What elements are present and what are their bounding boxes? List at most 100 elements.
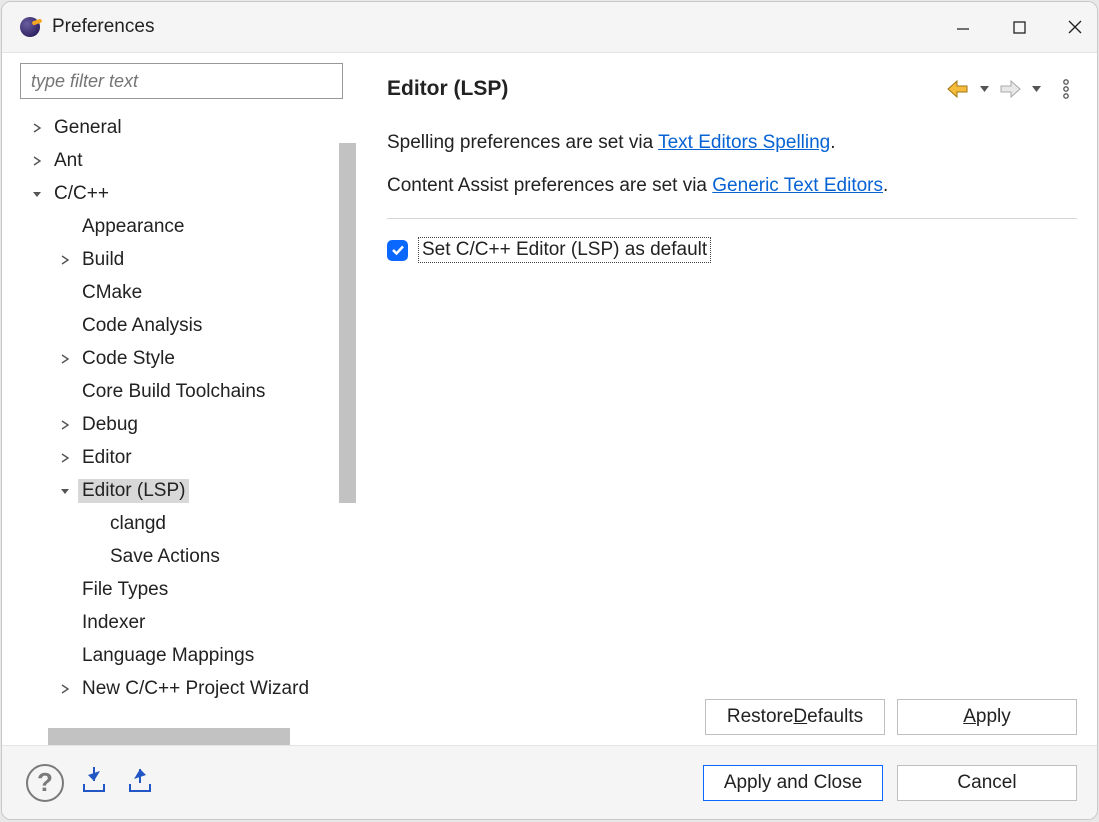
horizontal-scrollbar[interactable]	[20, 728, 343, 745]
assist-info: Content Assist preferences are set via G…	[387, 174, 1077, 199]
expander-spacer	[56, 647, 74, 665]
tree-item[interactable]: Language Mappings	[6, 639, 357, 672]
expander-spacer	[56, 284, 74, 302]
expander-spacer	[56, 614, 74, 632]
arrow-left-icon	[945, 78, 971, 100]
assist-prefix: Content Assist preferences are set via	[387, 175, 712, 196]
tree-item-label: General	[50, 116, 126, 140]
chevron-down-icon	[1032, 86, 1041, 92]
separator	[387, 218, 1077, 219]
chevron-right-icon[interactable]	[28, 119, 46, 137]
tree-item[interactable]: General	[6, 111, 357, 144]
tree-item-label: Language Mappings	[78, 644, 258, 668]
export-icon	[124, 767, 156, 795]
footer-buttons: Apply and Close Cancel	[703, 765, 1077, 801]
tree-item-label: New C/C++ Project Wizard	[78, 677, 313, 701]
tree-item-label: Code Analysis	[78, 314, 206, 338]
chevron-down-icon[interactable]	[28, 185, 46, 203]
chevron-right-icon[interactable]	[56, 449, 74, 467]
maximize-icon	[1012, 20, 1027, 35]
filter-input[interactable]	[20, 63, 343, 99]
default-editor-checkbox-row: Set C/C++ Editor (LSP) as default	[387, 237, 1077, 263]
preferences-dialog: Preferences GeneralAntC/C++AppearanceBui…	[1, 1, 1098, 820]
tree-item-label: Indexer	[78, 611, 149, 635]
import-button[interactable]	[78, 767, 110, 798]
help-button[interactable]: ?	[26, 764, 64, 802]
tree-item[interactable]: Code Analysis	[6, 309, 357, 342]
tree-item[interactable]: CMake	[6, 276, 357, 309]
forward-button[interactable]	[995, 75, 1025, 103]
maximize-button[interactable]	[1005, 13, 1033, 41]
chevron-right-icon[interactable]	[56, 416, 74, 434]
tree-item-label: CMake	[78, 281, 146, 305]
tree-item-label: clangd	[106, 512, 170, 536]
tree-item-label: Editor (LSP)	[78, 479, 189, 503]
content-title: Editor (LSP)	[387, 77, 943, 101]
tree-item[interactable]: New C/C++ Project Wizard	[6, 672, 357, 705]
expander-spacer	[56, 317, 74, 335]
vertical-scrollbar-thumb[interactable]	[339, 143, 356, 503]
generic-text-editors-link[interactable]: Generic Text Editors	[712, 175, 883, 196]
tree-item[interactable]: Editor	[6, 441, 357, 474]
chevron-right-icon[interactable]	[56, 350, 74, 368]
left-panel: General Ant C/C++ Appearance Build CMake Code …	[2, 53, 357, 745]
chevron-right-icon[interactable]	[56, 680, 74, 698]
apply-button[interactable]: Apply	[897, 699, 1077, 735]
minimize-icon	[955, 19, 971, 35]
expander-spacer	[84, 515, 102, 533]
restore-defaults-button[interactable]: Restore Defaults	[705, 699, 885, 735]
tree-item[interactable]: File Types	[6, 573, 357, 606]
tree-item[interactable]: C/C++	[6, 177, 357, 210]
nav-buttons	[943, 75, 1077, 103]
text-editors-spelling-link[interactable]: Text Editors Spelling	[658, 132, 830, 153]
tree-item[interactable]: Indexer	[6, 606, 357, 639]
close-button[interactable]	[1061, 13, 1089, 41]
export-button[interactable]	[124, 767, 156, 798]
window-controls	[949, 13, 1089, 41]
back-dropdown[interactable]	[977, 86, 991, 92]
content-header: Editor (LSP)	[387, 65, 1077, 113]
footer-icons: ?	[26, 764, 156, 802]
eclipse-icon	[20, 17, 40, 37]
tree-item-label: C/C++	[50, 182, 113, 206]
expander-spacer	[56, 581, 74, 599]
chevron-down-icon[interactable]	[56, 482, 74, 500]
import-icon	[78, 767, 110, 795]
chevron-right-icon[interactable]	[28, 152, 46, 170]
tree-item[interactable]: Save Actions	[6, 540, 357, 573]
tree-item-label: Debug	[78, 413, 142, 437]
dialog-body: General Ant C/C++ Appearance Build CMake Code …	[2, 52, 1097, 745]
tree-item[interactable]: Editor (LSP)	[6, 474, 357, 507]
tree-item[interactable]: Code Style	[6, 342, 357, 375]
tree-item[interactable]: Core Build Toolchains	[6, 375, 357, 408]
default-editor-checkbox[interactable]	[387, 240, 408, 261]
chevron-right-icon[interactable]	[56, 251, 74, 269]
kebab-icon	[1062, 78, 1070, 100]
tree-scroll: General Ant C/C++ Appearance Build CMake Code …	[2, 105, 357, 728]
tree-item-label: Save Actions	[106, 545, 224, 569]
tree-item-label: Code Style	[78, 347, 179, 371]
spelling-info: Spelling preferences are set via Text Ed…	[387, 131, 1077, 156]
tree-item-label: Appearance	[78, 215, 188, 239]
check-icon	[391, 244, 405, 256]
tree-item-label: Build	[78, 248, 128, 272]
tree-item[interactable]: Ant	[6, 144, 357, 177]
minimize-button[interactable]	[949, 13, 977, 41]
chevron-down-icon	[980, 86, 989, 92]
tree-item[interactable]: Appearance	[6, 210, 357, 243]
expander-spacer	[84, 548, 102, 566]
content-panel: Editor (LSP)	[357, 53, 1097, 745]
tree-item-label: Editor	[78, 446, 136, 470]
cancel-button[interactable]: Cancel	[897, 765, 1077, 801]
horizontal-scrollbar-thumb[interactable]	[48, 728, 290, 745]
forward-dropdown[interactable]	[1029, 86, 1043, 92]
close-icon	[1067, 19, 1083, 35]
tree-item[interactable]: Debug	[6, 408, 357, 441]
back-button[interactable]	[943, 75, 973, 103]
apply-and-close-button[interactable]: Apply and Close	[703, 765, 883, 801]
tree-item[interactable]: clangd	[6, 507, 357, 540]
expander-spacer	[56, 383, 74, 401]
tree-item[interactable]: Build	[6, 243, 357, 276]
view-menu-button[interactable]	[1055, 78, 1077, 100]
spelling-prefix: Spelling preferences are set via	[387, 132, 658, 153]
